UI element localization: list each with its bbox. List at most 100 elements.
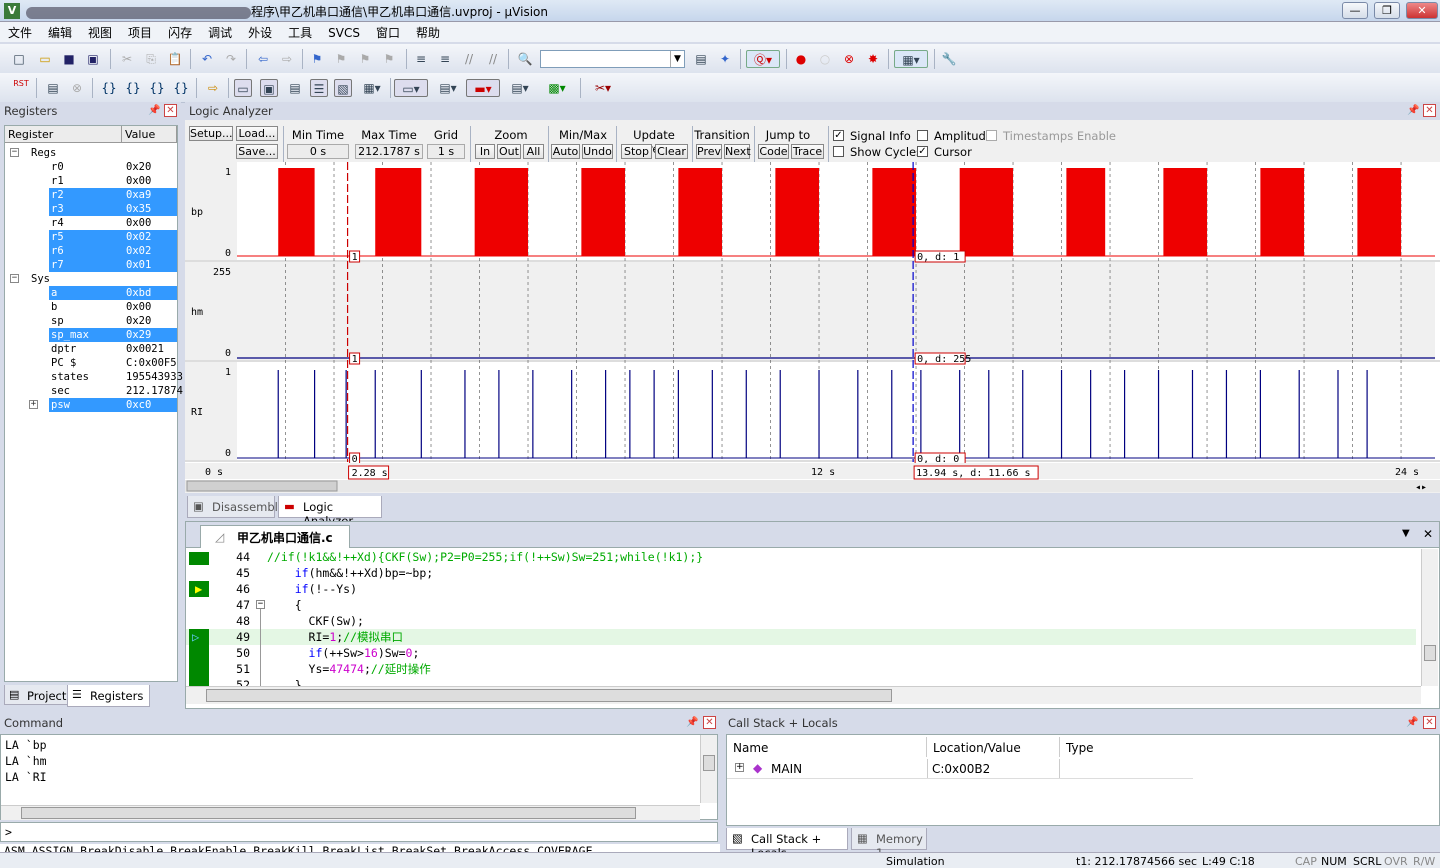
- step-into-icon[interactable]: {}: [100, 79, 118, 97]
- registers-window-icon[interactable]: ☰: [310, 79, 328, 97]
- register-row[interactable]: states 195543933: [5, 370, 183, 384]
- disable-breakpoints-icon[interactable]: ⊗: [840, 50, 858, 68]
- load-button[interactable]: Load...: [236, 126, 278, 141]
- cursor-checkbox[interactable]: ✓: [917, 146, 928, 157]
- system-viewer-icon[interactable]: ▩▾: [540, 79, 574, 97]
- register-row[interactable]: r2 0xa9: [5, 188, 177, 202]
- show-next-statement-icon[interactable]: ⇨: [204, 79, 222, 97]
- prev-button[interactable]: Prev: [696, 144, 722, 159]
- name-column-header[interactable]: Name: [727, 737, 927, 757]
- table-row[interactable]: + ◆ MAIN C:0x00B2: [727, 759, 1193, 779]
- register-row[interactable]: + psw 0xc0: [5, 398, 177, 412]
- zoom-all-button[interactable]: All: [523, 144, 544, 159]
- value-column-header[interactable]: Value: [122, 126, 177, 143]
- clear-bookmarks-icon[interactable]: ⚑: [380, 50, 398, 68]
- incremental-find-icon[interactable]: ▤: [692, 50, 710, 68]
- uncomment-icon[interactable]: //: [484, 50, 502, 68]
- code-line[interactable]: 44 //if(!k1&&!++Xd){CKF(Sw);P2=P0=255;if(…: [186, 552, 1416, 565]
- code-button[interactable]: Code: [758, 144, 789, 159]
- paste-icon[interactable]: 📋: [166, 50, 184, 68]
- register-column-header[interactable]: Register: [5, 126, 122, 143]
- find-in-files-icon[interactable]: 🔍: [516, 50, 534, 68]
- redo-icon[interactable]: ↷: [222, 50, 240, 68]
- code-line[interactable]: 50 if(++Sw>16)Sw=0;: [186, 645, 1416, 661]
- bookmark-icon[interactable]: ⚑: [308, 50, 326, 68]
- code-line[interactable]: 48 CKF(Sw);: [186, 613, 1416, 629]
- symbols-window-icon[interactable]: ▤: [286, 79, 304, 97]
- close-icon[interactable]: ✕: [703, 716, 716, 729]
- register-row[interactable]: PC $ C:0x00F5: [5, 356, 177, 370]
- kill-breakpoints-icon[interactable]: ✸: [864, 50, 882, 68]
- reset-icon[interactable]: RST: [12, 79, 30, 97]
- menu-item[interactable]: 外设: [240, 22, 280, 41]
- code-line[interactable]: ▶ 46 if(!--Ys): [186, 581, 1416, 597]
- copy-icon[interactable]: ⎘: [142, 50, 160, 68]
- tab-disassembly[interactable]: ▣ Disassembly: [187, 496, 285, 518]
- cut-icon[interactable]: ✂: [118, 50, 136, 68]
- waveform-plot[interactable]: bp10 1 0, d: 1hm25501 0, d: 255RI100 0, d: 0…: [185, 162, 1440, 492]
- tab-logic-analyzer[interactable]: ▬Logic Analyzer: [278, 496, 382, 528]
- command-vertical-scrollbar[interactable]: [700, 735, 717, 803]
- undo-icon[interactable]: ↶: [198, 50, 216, 68]
- step-over-icon[interactable]: {}: [124, 79, 142, 97]
- fold-icon[interactable]: −: [256, 600, 265, 609]
- undo-button[interactable]: Undo: [582, 144, 613, 159]
- comment-icon[interactable]: //: [460, 50, 478, 68]
- tab-memory-1[interactable]: ▦Memory 1: [851, 828, 927, 860]
- register-row[interactable]: sp_max 0x29: [5, 328, 177, 342]
- expand-icon[interactable]: −: [10, 274, 19, 283]
- expand-icon[interactable]: +: [29, 400, 38, 409]
- next-button[interactable]: Next: [724, 144, 751, 159]
- register-row[interactable]: − Regs: [5, 146, 177, 160]
- editor-horizontal-scrollbar[interactable]: [186, 686, 1421, 704]
- menu-item[interactable]: 窗口: [368, 22, 408, 41]
- stop-icon[interactable]: ⊗: [68, 79, 86, 97]
- menu-item[interactable]: 工具: [280, 22, 320, 41]
- register-row[interactable]: r0 0x20: [5, 160, 177, 174]
- pin-icon[interactable]: 📌: [686, 717, 698, 728]
- zoom-in-button[interactable]: In: [475, 144, 495, 159]
- register-row[interactable]: r3 0x35: [5, 202, 177, 216]
- trace-window-icon[interactable]: ▤▾: [506, 79, 534, 97]
- disassembly-window-icon[interactable]: ▣: [260, 79, 278, 97]
- expand-icon[interactable]: −: [10, 148, 19, 157]
- location-column-header[interactable]: Location/Value: [927, 737, 1060, 757]
- analysis-window-icon[interactable]: ▬▾: [466, 79, 500, 97]
- clear-button[interactable]: Clear: [655, 144, 688, 159]
- save-icon[interactable]: ■: [60, 50, 78, 68]
- stop-button[interactable]: Stop: [621, 144, 652, 159]
- menu-item[interactable]: 调试: [200, 22, 240, 41]
- close-icon[interactable]: ✕: [1423, 104, 1436, 117]
- setup-button[interactable]: Setup...: [189, 126, 233, 141]
- new-file-icon[interactable]: □: [10, 50, 28, 68]
- open-folder-icon[interactable]: ▭: [36, 50, 54, 68]
- code-line[interactable]: 51 Ys=47474;//延时操作: [186, 661, 1416, 677]
- code-line[interactable]: 52 }: [186, 677, 1416, 686]
- step-out-icon[interactable]: {}: [148, 79, 166, 97]
- enable-breakpoint-icon[interactable]: ○: [816, 50, 834, 68]
- code-line[interactable]: 45 if(hm&&!++Xd)bp=~bp;: [186, 565, 1416, 581]
- zoom-out-button[interactable]: Out: [497, 144, 521, 159]
- save-all-icon[interactable]: ▣: [84, 50, 102, 68]
- toolbox-icon[interactable]: ✂▾: [586, 79, 620, 97]
- editor-tab-dropdown-icon[interactable]: ▼: [1402, 528, 1410, 539]
- signal-info-checkbox[interactable]: ✓: [833, 130, 844, 141]
- register-row[interactable]: a 0xbd: [5, 286, 177, 300]
- menu-item[interactable]: 帮助: [408, 22, 448, 41]
- minimize-button[interactable]: —: [1342, 2, 1368, 19]
- find-icon[interactable]: ✦: [716, 50, 734, 68]
- serial-window-icon[interactable]: ▤▾: [434, 79, 462, 97]
- menu-item[interactable]: 项目: [120, 22, 160, 41]
- save-button[interactable]: Save...: [236, 144, 278, 159]
- command-input[interactable]: >: [0, 822, 718, 842]
- close-icon[interactable]: ✕: [1423, 716, 1436, 729]
- register-row[interactable]: r4 0x00: [5, 216, 177, 230]
- register-row[interactable]: r6 0x02: [5, 244, 177, 258]
- run-to-cursor-icon[interactable]: {}: [172, 79, 190, 97]
- run-icon[interactable]: ▤: [44, 79, 62, 97]
- tab-project[interactable]: ▤ Project: [4, 685, 74, 705]
- prev-bookmark-icon[interactable]: ⚑: [332, 50, 350, 68]
- code-line[interactable]: ▷ 49 RI=1;//模拟串口: [186, 629, 1416, 645]
- insert-breakpoint-icon[interactable]: ●: [792, 50, 810, 68]
- unindent-icon[interactable]: ≡: [436, 50, 454, 68]
